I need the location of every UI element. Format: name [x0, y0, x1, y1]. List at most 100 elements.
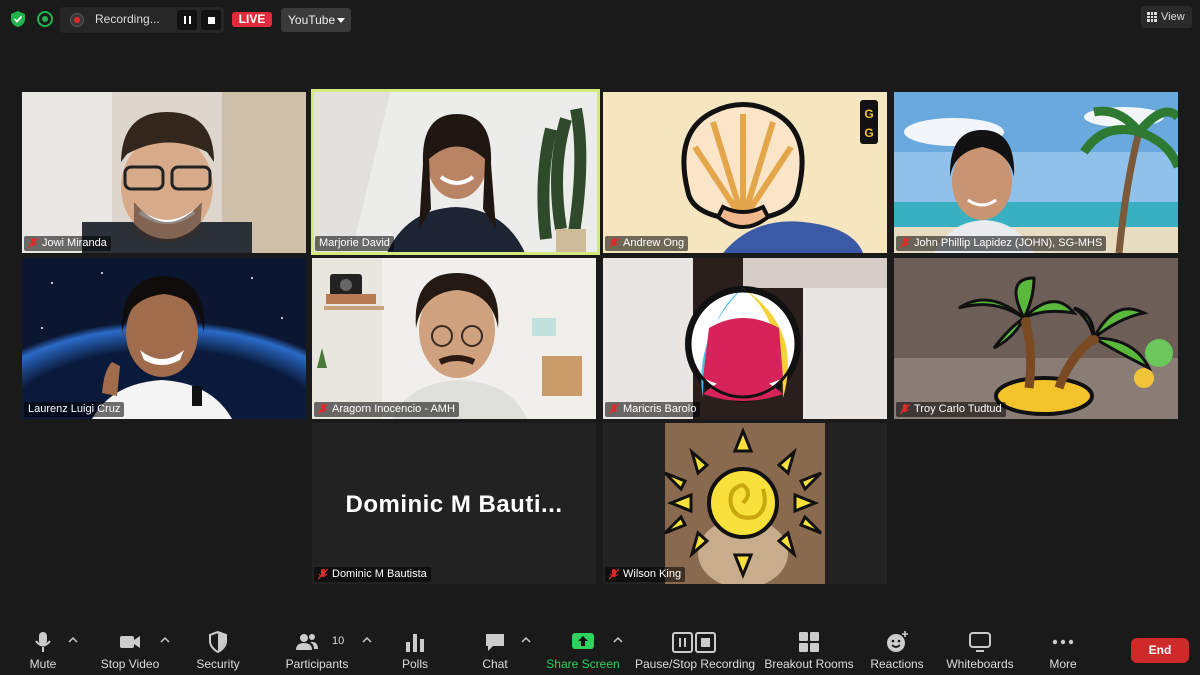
recording-dot-icon [70, 13, 84, 27]
chevron-down-icon [337, 18, 345, 23]
video-feed [22, 92, 306, 253]
stop-icon [207, 16, 215, 24]
view-button-label: View [1161, 11, 1185, 23]
pause-recording-button[interactable] [177, 10, 197, 30]
grid-view-icon [1147, 12, 1157, 22]
participant-name: Laurenz Luigi Cruz [28, 403, 121, 415]
participant-tile[interactable]: G G Andrew Ong [603, 92, 887, 253]
stop-recording-button[interactable] [201, 10, 221, 30]
pause-stop-recording-icon [672, 632, 716, 653]
live-badge: LIVE [232, 12, 272, 27]
stop-video-label: Stop Video [100, 657, 160, 671]
reactions-label: Reactions [870, 657, 924, 671]
share-screen-icon [572, 633, 594, 649]
security-label: Security [196, 657, 240, 671]
participant-name: Wilson King [623, 568, 682, 580]
security-button[interactable]: Security [193, 622, 243, 675]
polls-label: Polls [401, 657, 428, 671]
chevron-up-icon[interactable] [362, 636, 372, 644]
svg-text:G: G [864, 107, 873, 121]
participant-tile[interactable]: Maricris Barolo [603, 258, 887, 419]
participants-icon [295, 634, 318, 650]
mic-muted-icon [28, 238, 38, 249]
svg-text:G: G [864, 126, 873, 140]
mic-muted-icon [900, 238, 910, 249]
recording-status-text: Recording... [95, 12, 160, 26]
mic-muted-icon [609, 404, 619, 415]
chevron-up-icon[interactable] [521, 636, 531, 644]
microphone-icon [35, 632, 51, 652]
breakout-rooms-icon [799, 632, 819, 652]
polls-button[interactable]: Polls [395, 622, 435, 675]
participant-name-tag: John Phillip Lapidez (JOHN), SG-MHS [896, 236, 1107, 251]
video-feed [663, 423, 825, 584]
participant-name-tag: Troy Carlo Tudtud [896, 402, 1006, 417]
mic-muted-icon [609, 238, 619, 249]
more-button[interactable]: More [1043, 622, 1083, 675]
participant-name: Aragorn Inocencio - AMH [332, 403, 455, 415]
connection-status-icon[interactable] [36, 10, 54, 28]
mute-button[interactable]: Mute [18, 622, 68, 675]
end-meeting-button[interactable]: End [1131, 638, 1189, 663]
whiteboard-icon [969, 632, 991, 652]
participant-name: Marjorie David [319, 237, 390, 249]
meeting-controls-toolbar: Mute Stop Video Security 10 Participants… [0, 622, 1200, 675]
whiteboards-label: Whiteboards [946, 657, 1014, 671]
share-screen-button[interactable]: Share Screen [545, 622, 621, 675]
stream-target-label: YouTube [288, 13, 336, 27]
beach-ball-sticker [685, 286, 801, 402]
video-feed [22, 258, 306, 419]
participants-label: Participants [285, 657, 349, 671]
participant-name-tag: Jowi Miranda [24, 236, 111, 251]
chevron-up-icon[interactable] [613, 636, 623, 644]
participant-name-tag: Wilson King [605, 567, 686, 582]
participant-tile[interactable]: Aragorn Inocencio - AMH [312, 258, 596, 419]
participant-tile-active-speaker[interactable]: Marjorie David [311, 89, 600, 255]
pause-stop-recording-label: Pause/Stop Recording [635, 657, 756, 671]
participant-tile-video-off[interactable]: Dominic M Bauti... Dominic M Bautista [312, 423, 596, 584]
zoom-meeting-window: Recording... LIVE YouTube View Jowi Mira… [0, 0, 1200, 675]
video-feed [311, 89, 600, 255]
chat-button[interactable]: Chat [475, 622, 515, 675]
breakout-rooms-button[interactable]: Breakout Rooms [764, 622, 854, 675]
breakout-rooms-label: Breakout Rooms [764, 657, 854, 671]
participant-name: Maricris Barolo [623, 403, 697, 415]
mic-muted-icon [900, 404, 910, 415]
more-label: More [1049, 657, 1077, 671]
chat-bubble-icon [486, 634, 504, 651]
stop-video-button[interactable]: Stop Video [95, 622, 165, 675]
pause-icon [183, 16, 191, 24]
meeting-top-bar: Recording... LIVE YouTube View [0, 0, 1200, 40]
participants-button[interactable]: 10 Participants [282, 622, 352, 675]
participant-name: Dominic M Bautista [332, 568, 427, 580]
pause-stop-recording-button[interactable]: Pause/Stop Recording [635, 622, 756, 675]
whiteboards-button[interactable]: Whiteboards [944, 622, 1016, 675]
video-feed [894, 258, 1178, 419]
participant-name: Jowi Miranda [42, 237, 107, 249]
security-shield-icon [209, 630, 227, 654]
stream-target-dropdown[interactable]: YouTube [281, 8, 351, 32]
participant-name-tag: Marjorie David [315, 236, 394, 251]
more-dots-icon [1052, 639, 1074, 645]
mic-muted-icon [318, 569, 328, 580]
reactions-smiley-icon [887, 631, 908, 652]
participant-name: John Phillip Lapidez (JOHN), SG-MHS [914, 237, 1103, 249]
chevron-up-icon[interactable] [160, 636, 170, 644]
participant-name-tag: Andrew Ong [605, 236, 689, 251]
shell-sticker [681, 102, 805, 229]
mic-muted-icon [609, 569, 619, 580]
chevron-up-icon[interactable] [68, 636, 78, 644]
chat-label: Chat [482, 657, 508, 671]
participant-tile[interactable]: Troy Carlo Tudtud [894, 258, 1178, 419]
mute-label: Mute [29, 657, 57, 671]
participant-tile[interactable]: Laurenz Luigi Cruz [22, 258, 306, 419]
reactions-button[interactable]: Reactions [868, 622, 926, 675]
encryption-shield-icon[interactable] [9, 10, 27, 28]
view-button[interactable]: View [1141, 6, 1192, 28]
participant-tile[interactable]: Wilson King [603, 423, 887, 584]
participant-tile[interactable]: John Phillip Lapidez (JOHN), SG-MHS [894, 92, 1178, 253]
polls-chart-icon [406, 634, 424, 652]
participant-tile[interactable]: Jowi Miranda [22, 92, 306, 253]
video-feed [894, 92, 1178, 253]
video-feed [603, 258, 887, 419]
